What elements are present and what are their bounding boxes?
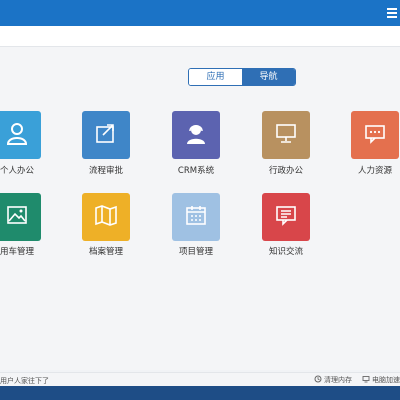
monitor-icon: [273, 120, 299, 150]
app-label-process-approval: 流程审批: [88, 166, 123, 176]
status-bar: 用户人家往下了 清理内存 电脑加速: [0, 372, 400, 387]
clean-icon: [314, 375, 322, 385]
app-label-knowledge: 知识交流: [268, 247, 303, 257]
app-label-personal-office: 个人办公: [0, 166, 34, 176]
tab-navigation[interactable]: 导航: [242, 69, 295, 85]
chat-bubble-icon: [362, 120, 388, 150]
speed-up-label: 电脑加速: [372, 376, 400, 384]
app-tile-personal-office[interactable]: [0, 111, 41, 159]
app-tile-archive[interactable]: [82, 193, 130, 241]
app-label-archive: 档案管理: [88, 247, 123, 257]
clean-memory-button[interactable]: 清理内存: [314, 375, 352, 385]
os-taskbar: [0, 386, 400, 400]
app-label-hr: 人力资源: [357, 166, 392, 176]
app-tile-knowledge[interactable]: [262, 193, 310, 241]
calendar-icon: [183, 202, 209, 232]
top-app-bar: [0, 0, 400, 26]
app-label-vehicle: 用车管理: [0, 247, 34, 257]
app-tile-process-approval[interactable]: [82, 111, 130, 159]
status-text: 用户人家往下了: [0, 377, 49, 385]
sub-header: [0, 26, 400, 47]
app-tile-hr[interactable]: [351, 111, 399, 159]
speed-icon: [362, 375, 370, 385]
app-tile-project[interactable]: [172, 193, 220, 241]
hamburger-menu-icon[interactable]: [387, 6, 397, 20]
image-icon: [4, 202, 30, 232]
message-lines-icon: [273, 202, 299, 232]
share-arrow-icon: [93, 120, 119, 150]
view-toggle: 应用 导航: [188, 68, 296, 86]
app-tile-admin-office[interactable]: [262, 111, 310, 159]
app-label-admin-office: 行政办公: [268, 166, 303, 176]
support-agent-icon: [183, 120, 209, 150]
map-folded-icon: [93, 202, 119, 232]
app-tile-vehicle[interactable]: [0, 193, 41, 241]
app-label-crm: CRM系统: [177, 166, 215, 176]
clean-memory-label: 清理内存: [324, 376, 352, 384]
app-label-project: 项目管理: [178, 247, 213, 257]
person-icon: [4, 120, 30, 150]
app-tile-crm[interactable]: [172, 111, 220, 159]
speed-up-button[interactable]: 电脑加速: [362, 375, 400, 385]
tab-apps[interactable]: 应用: [189, 69, 242, 85]
